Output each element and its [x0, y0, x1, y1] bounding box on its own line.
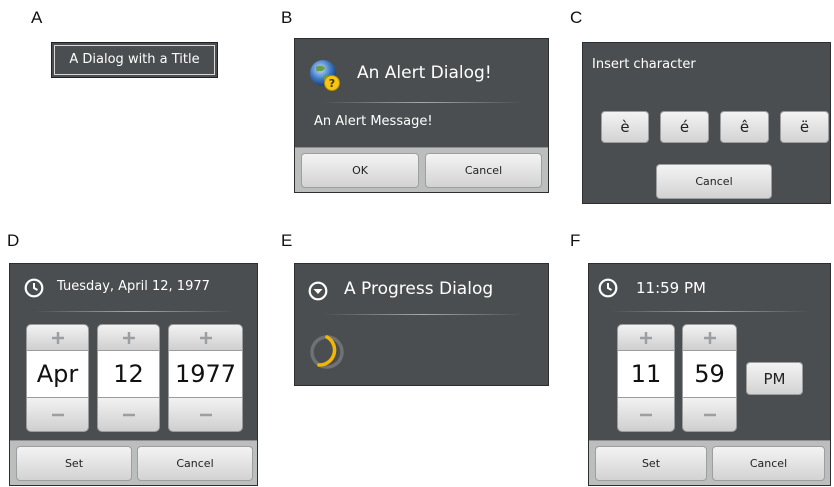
ok-button[interactable]: OK	[301, 153, 419, 188]
progress-spinner	[309, 334, 345, 370]
progress-dialog: A Progress Dialog	[294, 263, 549, 386]
alert-dialog-button-bar: OK Cancel	[295, 147, 548, 192]
day-decrement-button[interactable]	[97, 397, 160, 432]
panel-label-a: A	[31, 8, 43, 27]
dialog-a-title: A Dialog with a Title	[69, 52, 200, 67]
panel-label-b: B	[281, 8, 293, 27]
panel-label-f: F	[570, 231, 581, 250]
year-spinner: 1977	[168, 324, 243, 432]
hour-increment-button[interactable]	[617, 324, 675, 351]
month-increment-button[interactable]	[26, 324, 89, 351]
day-spinner: 12	[97, 324, 160, 432]
ampm-toggle-button[interactable]: PM	[746, 362, 803, 395]
month-decrement-button[interactable]	[26, 397, 89, 432]
day-increment-button[interactable]	[97, 324, 160, 351]
alert-dialog-message: An Alert Message!	[314, 114, 433, 129]
hour-value[interactable]: 11	[617, 351, 675, 397]
char-button-e-acute[interactable]: é	[660, 111, 709, 143]
panel-label-c: C	[570, 8, 583, 27]
set-button[interactable]: Set	[16, 446, 132, 481]
hour-spinner: 11	[617, 324, 675, 432]
month-spinner: Apr	[26, 324, 89, 432]
minute-spinner: 59	[682, 324, 737, 432]
month-value[interactable]: Apr	[26, 351, 89, 397]
panel-label-d: D	[7, 231, 20, 250]
alert-dialog: ? An Alert Dialog! An Alert Message! OK …	[294, 38, 549, 193]
year-value[interactable]: 1977	[168, 351, 243, 397]
time-picker-button-bar: Set Cancel	[589, 440, 830, 485]
insert-character-title: Insert character	[592, 57, 696, 72]
year-decrement-button[interactable]	[168, 397, 243, 432]
progress-dialog-title: A Progress Dialog	[344, 279, 494, 299]
date-picker-divider	[34, 311, 234, 312]
minute-decrement-button[interactable]	[682, 397, 737, 432]
time-picker-dialog: 11:59 PM 11 59 PM Set Cancel	[588, 263, 831, 486]
globe-warning-icon: ?	[308, 58, 342, 92]
clock-icon	[598, 278, 618, 298]
day-value[interactable]: 12	[97, 351, 160, 397]
char-button-e-grave[interactable]: è	[601, 111, 649, 143]
insert-character-dialog: Insert character è é ê ë Cancel	[582, 42, 831, 204]
set-button[interactable]: Set	[595, 446, 707, 481]
char-button-e-diaeresis[interactable]: ë	[780, 111, 829, 143]
date-picker-dialog: Tuesday, April 12, 1977 Apr 12 1977 Set …	[9, 263, 258, 486]
panel-label-e: E	[281, 231, 293, 250]
alert-dialog-divider	[323, 102, 523, 103]
insert-character-cancel-button[interactable]: Cancel	[656, 164, 772, 199]
date-picker-button-bar: Set Cancel	[10, 440, 257, 485]
cancel-button[interactable]: Cancel	[425, 153, 542, 188]
time-picker-divider	[611, 311, 809, 312]
date-picker-title: Tuesday, April 12, 1977	[57, 279, 210, 294]
year-increment-button[interactable]	[168, 324, 243, 351]
char-button-e-circumflex[interactable]: ê	[720, 111, 769, 143]
alert-dialog-title: An Alert Dialog!	[357, 63, 492, 83]
dialog-a: A Dialog with a Title	[51, 42, 218, 78]
cancel-button[interactable]: Cancel	[712, 446, 825, 481]
minute-increment-button[interactable]	[682, 324, 737, 351]
chevron-down-circle-icon	[308, 281, 328, 301]
progress-dialog-divider	[323, 314, 523, 315]
time-picker-title: 11:59 PM	[636, 279, 706, 297]
hour-decrement-button[interactable]	[617, 397, 675, 432]
clock-icon	[24, 278, 44, 298]
cancel-button[interactable]: Cancel	[137, 446, 253, 481]
minute-value[interactable]: 59	[682, 351, 737, 397]
svg-text:?: ?	[329, 77, 335, 90]
